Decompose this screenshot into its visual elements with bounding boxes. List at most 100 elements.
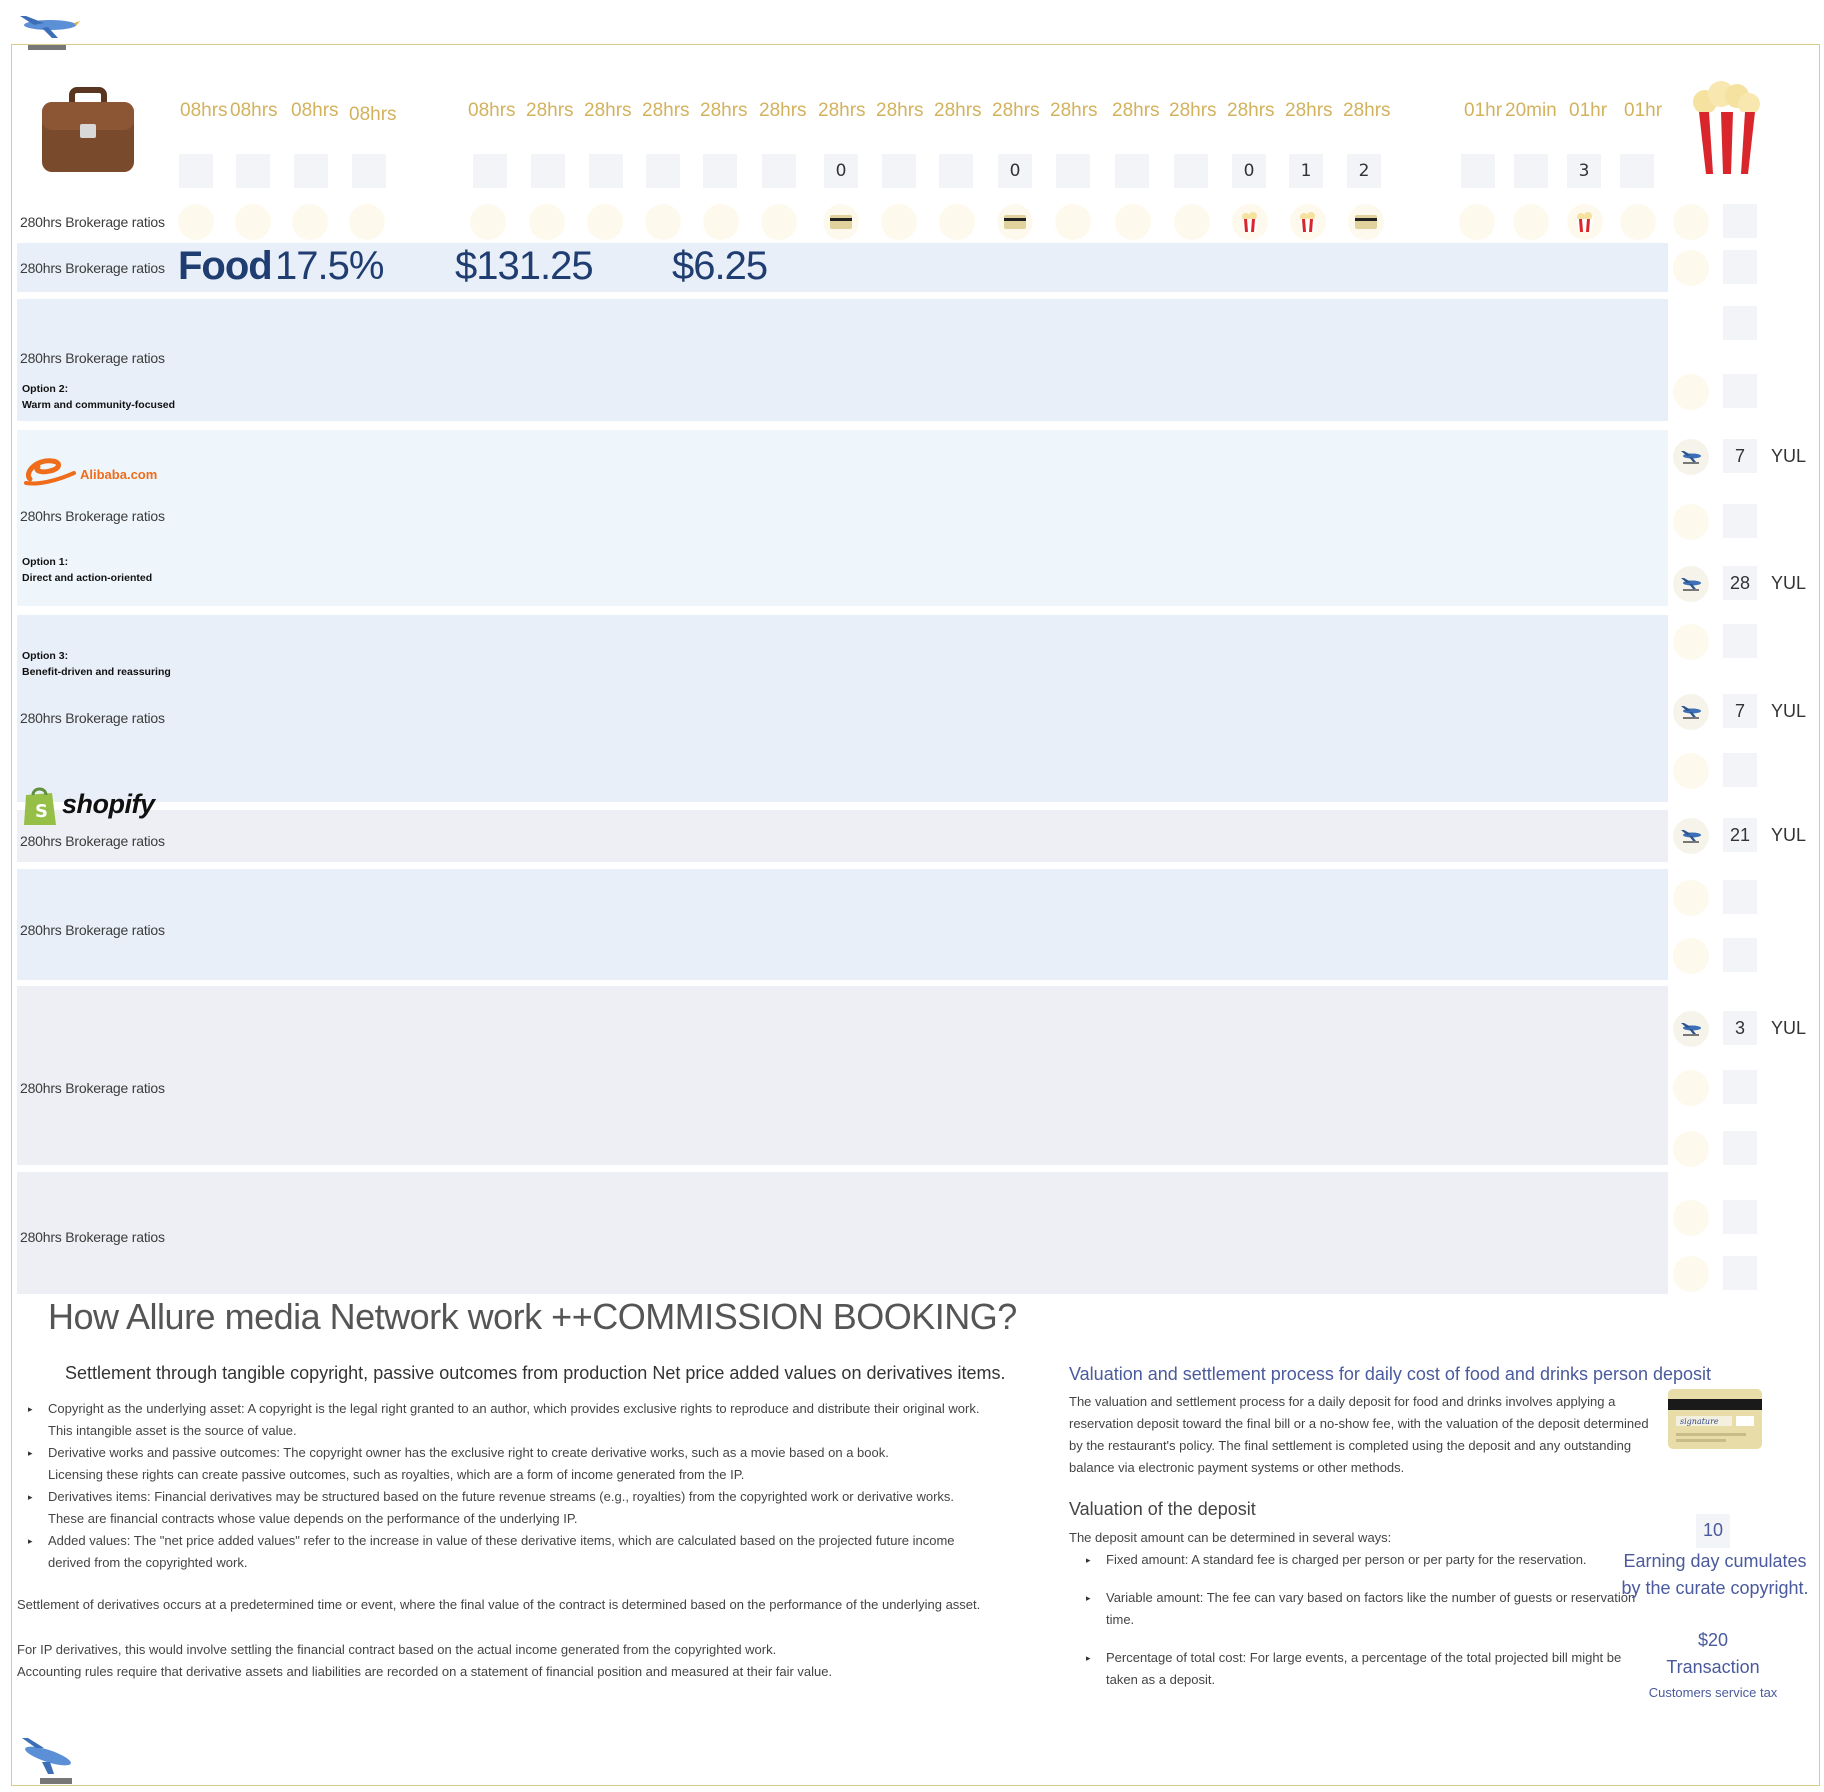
time-label: 08hrs xyxy=(468,100,516,121)
counter-box xyxy=(1723,880,1757,914)
status-circle xyxy=(1513,204,1549,240)
row-label-3: 280hrs Brokerage ratios xyxy=(20,350,165,366)
counter-box xyxy=(939,154,973,188)
time-label: 01hr xyxy=(1569,100,1608,121)
deposit-variable: Variable amount: The fee can vary based … xyxy=(1080,1587,1645,1631)
counter-box xyxy=(1723,938,1757,972)
status-circle xyxy=(1620,204,1656,240)
status-circle xyxy=(645,204,681,240)
accounting-paragraph: Accounting rules require that derivative… xyxy=(17,1664,833,1679)
ip-derivatives-paragraph: For IP derivatives, this would involve s… xyxy=(17,1642,777,1657)
plane-icon xyxy=(1673,1011,1709,1047)
counter-box xyxy=(236,154,270,188)
counter-box xyxy=(1115,154,1149,188)
counter-box xyxy=(1723,374,1757,408)
counter-box xyxy=(589,154,623,188)
option3-desc: Benefit-driven and reassuring xyxy=(22,666,171,678)
time-label: 08hrs xyxy=(349,104,397,125)
food-price: $131.25 xyxy=(455,244,594,288)
option3-title: Option 3: xyxy=(22,650,69,662)
status-circle xyxy=(761,204,797,240)
food-label: Food xyxy=(178,244,273,288)
row-label-1: 280hrs Brokerage ratios xyxy=(20,214,165,230)
time-label: 28hrs xyxy=(992,100,1040,121)
status-circle xyxy=(1055,204,1091,240)
counter-box: 1 xyxy=(1289,154,1323,188)
alibaba-text: Alibaba.com xyxy=(80,467,158,482)
plane-icon xyxy=(1673,566,1709,602)
time-label: 28hrs xyxy=(584,100,632,121)
counter-box: 3 xyxy=(1567,154,1601,188)
airport-code: YUL xyxy=(1771,701,1807,721)
counter-box xyxy=(179,154,213,188)
status-circle xyxy=(1673,753,1709,789)
status-circle xyxy=(1673,504,1709,540)
status-circle xyxy=(1174,204,1210,240)
shopify-text: shopify xyxy=(62,789,155,819)
counter-box: 0 xyxy=(998,154,1032,188)
shopify-logo: S shopify xyxy=(22,785,172,827)
counter-box xyxy=(1723,250,1757,284)
row-label-6: 280hrs Brokerage ratios xyxy=(20,833,165,849)
credit-card-icon xyxy=(997,204,1033,240)
counter-box xyxy=(1723,753,1757,787)
bullet-added-values: Added values: The "net price added value… xyxy=(22,1530,1032,1574)
airport-code: YUL xyxy=(1771,446,1807,466)
time-label: 28hrs xyxy=(876,100,924,121)
counter-box xyxy=(1723,1256,1757,1290)
counter-box xyxy=(1056,154,1090,188)
time-label: 28hrs xyxy=(1227,100,1275,121)
transaction-label: Transaction xyxy=(1666,1657,1760,1677)
plane-icon xyxy=(1673,694,1709,730)
status-circle xyxy=(1673,624,1709,660)
status-circle xyxy=(881,204,917,240)
time-label: 08hrs xyxy=(180,100,228,121)
row-band-8 xyxy=(17,1172,1668,1294)
status-circle xyxy=(1673,1070,1709,1106)
counter-box xyxy=(294,154,328,188)
time-label: 01hr xyxy=(1464,100,1503,121)
counter-box xyxy=(531,154,565,188)
popcorn-icon xyxy=(1290,204,1326,240)
credit-card-icon: signature xyxy=(1668,1389,1762,1449)
status-circle xyxy=(470,204,506,240)
counter-box: 0 xyxy=(1232,154,1266,188)
settlement-paragraph: Settlement of derivatives occurs at a pr… xyxy=(17,1597,981,1612)
status-circle xyxy=(1115,204,1151,240)
counter-box xyxy=(1723,306,1757,340)
time-label: 08hrs xyxy=(230,100,278,121)
time-label: 28hrs xyxy=(1112,100,1160,121)
status-circle xyxy=(529,204,565,240)
bullet-derivatives-items: Derivatives items: Financial derivatives… xyxy=(22,1486,1032,1530)
time-label: 28hrs xyxy=(1050,100,1098,121)
counter-box xyxy=(1723,1131,1757,1165)
flight-count: 21 xyxy=(1723,818,1757,852)
row-label-8: 280hrs Brokerage ratios xyxy=(20,1080,165,1096)
counter-box xyxy=(1461,154,1495,188)
option1-band xyxy=(17,430,1668,606)
status-circle xyxy=(1673,880,1709,916)
popcorn-icon xyxy=(1567,204,1603,240)
counter-box xyxy=(1514,154,1548,188)
option1-desc: Direct and action-oriented xyxy=(22,572,153,584)
row-band-7 xyxy=(17,986,1668,1165)
earning-label: Earning day cumulates by the curate copy… xyxy=(1621,1551,1809,1598)
time-label: 28hrs xyxy=(759,100,807,121)
counter-box: 2 xyxy=(1347,154,1381,188)
alibaba-logo: Alibaba.com xyxy=(22,455,162,489)
transaction-value: $20 xyxy=(1697,1630,1729,1650)
time-label: 20min xyxy=(1505,100,1557,121)
article-title: How Allure media Network work ++COMMISSI… xyxy=(48,1296,1017,1337)
airport-code: YUL xyxy=(1771,573,1807,593)
briefcase-icon xyxy=(40,86,136,176)
option3-band xyxy=(17,615,1668,802)
counter-box xyxy=(646,154,680,188)
row-label-9: 280hrs Brokerage ratios xyxy=(20,1229,165,1245)
status-circle xyxy=(587,204,623,240)
counter-box xyxy=(1723,624,1757,658)
plane-icon xyxy=(1673,439,1709,475)
status-circle xyxy=(178,204,214,240)
flight-count: 3 xyxy=(1723,1011,1757,1045)
bullet-derivative-works: Derivative works and passive outcomes: T… xyxy=(22,1442,1032,1486)
svg-text:signature: signature xyxy=(1680,1417,1719,1426)
